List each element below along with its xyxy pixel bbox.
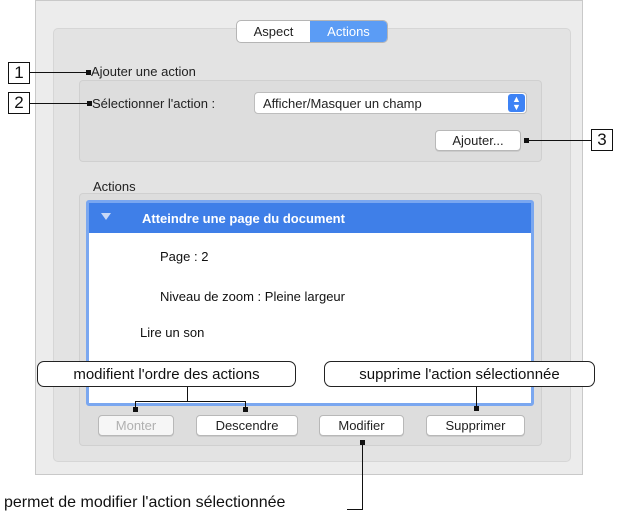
callout-dot (133, 407, 138, 412)
order-callout: modifient l'ordre des actions (37, 361, 296, 387)
edit-caption: permet de modifier l'action sélectionnée (4, 494, 286, 511)
tab-actions[interactable]: Actions (310, 21, 387, 42)
callout-line (30, 103, 89, 104)
callout-line (527, 140, 592, 141)
callout-dot (86, 70, 91, 75)
callout-dot (87, 101, 92, 106)
callout-number-3: 3 (591, 129, 613, 151)
tab-aspect[interactable]: Aspect (237, 21, 310, 42)
action-select[interactable]: Afficher/Masquer un champ ▲ ▼ (254, 92, 527, 114)
move-down-button[interactable]: Descendre (196, 415, 298, 436)
list-item[interactable]: Niveau de zoom : Pleine largeur (160, 289, 531, 304)
callout-line (187, 387, 188, 402)
list-item[interactable]: Atteindre une page du document (89, 203, 531, 233)
callout-dot (243, 407, 248, 412)
callout-number-1: 1 (8, 62, 30, 84)
list-item[interactable]: Page : 2 (160, 249, 531, 264)
list-item[interactable]: Lire un son (140, 325, 531, 340)
add-action-label: Ajouter une action (91, 64, 196, 79)
callout-line (30, 72, 88, 73)
add-button[interactable]: Ajouter... (435, 130, 521, 151)
list-item-label: Atteindre une page du document (142, 210, 345, 226)
select-action-label: Sélectionner l'action : (92, 96, 216, 111)
actions-section-title: Actions (93, 179, 136, 194)
callout-dot (474, 406, 479, 411)
callout-number-2: 2 (8, 92, 30, 114)
callout-line (135, 401, 246, 402)
move-up-button[interactable]: Monter (98, 415, 174, 436)
delete-callout: supprime l'action sélectionnée (324, 361, 595, 387)
callout-line (362, 442, 363, 510)
tab-bar: Aspect Actions (236, 20, 388, 43)
select-arrows-icon: ▲ ▼ (508, 94, 525, 112)
callout-line (347, 509, 363, 510)
disclosure-triangle-icon[interactable] (101, 213, 111, 220)
delete-button[interactable]: Supprimer (426, 415, 525, 436)
edit-button[interactable]: Modifier (319, 415, 404, 436)
action-select-value: Afficher/Masquer un champ (263, 95, 422, 111)
